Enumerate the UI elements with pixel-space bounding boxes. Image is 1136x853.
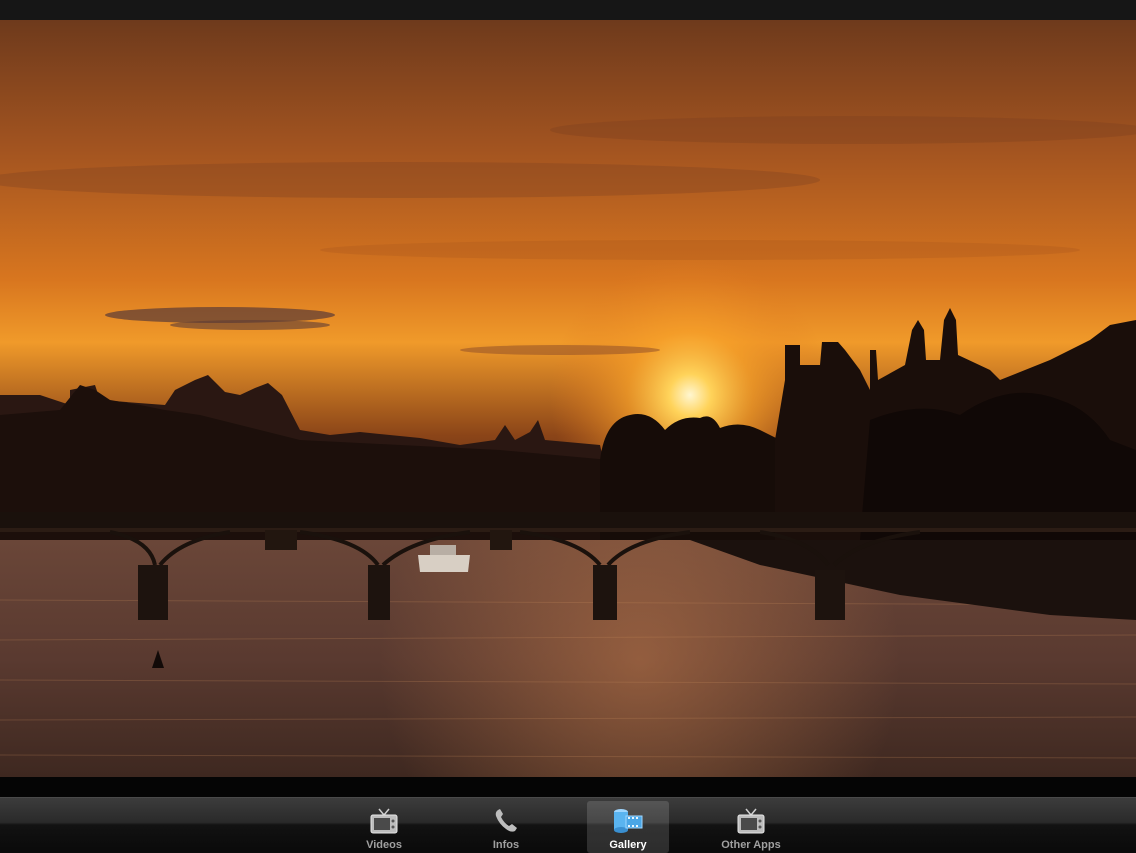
- tab-gallery[interactable]: Gallery: [587, 801, 669, 853]
- film-reel-icon: [612, 807, 644, 835]
- tv-icon: [735, 807, 767, 835]
- tab-gallery-label: Gallery: [609, 839, 647, 851]
- tab-other-apps-label: Other Apps: [721, 839, 781, 851]
- tab-infos-label: Infos: [492, 839, 520, 851]
- tab-bar: Videos Infos Gallery Other Apps: [0, 797, 1136, 853]
- gallery-photo[interactable]: [0, 20, 1136, 777]
- phone-icon: [490, 807, 522, 835]
- tab-other-apps[interactable]: Other Apps: [710, 801, 792, 853]
- tv-icon: [368, 807, 400, 835]
- top-status-bar: [0, 0, 1136, 20]
- tab-infos[interactable]: Infos: [465, 801, 547, 853]
- tab-videos-label: Videos: [366, 839, 402, 851]
- tab-videos[interactable]: Videos: [343, 801, 425, 853]
- photo-bottom-border: [0, 777, 1136, 797]
